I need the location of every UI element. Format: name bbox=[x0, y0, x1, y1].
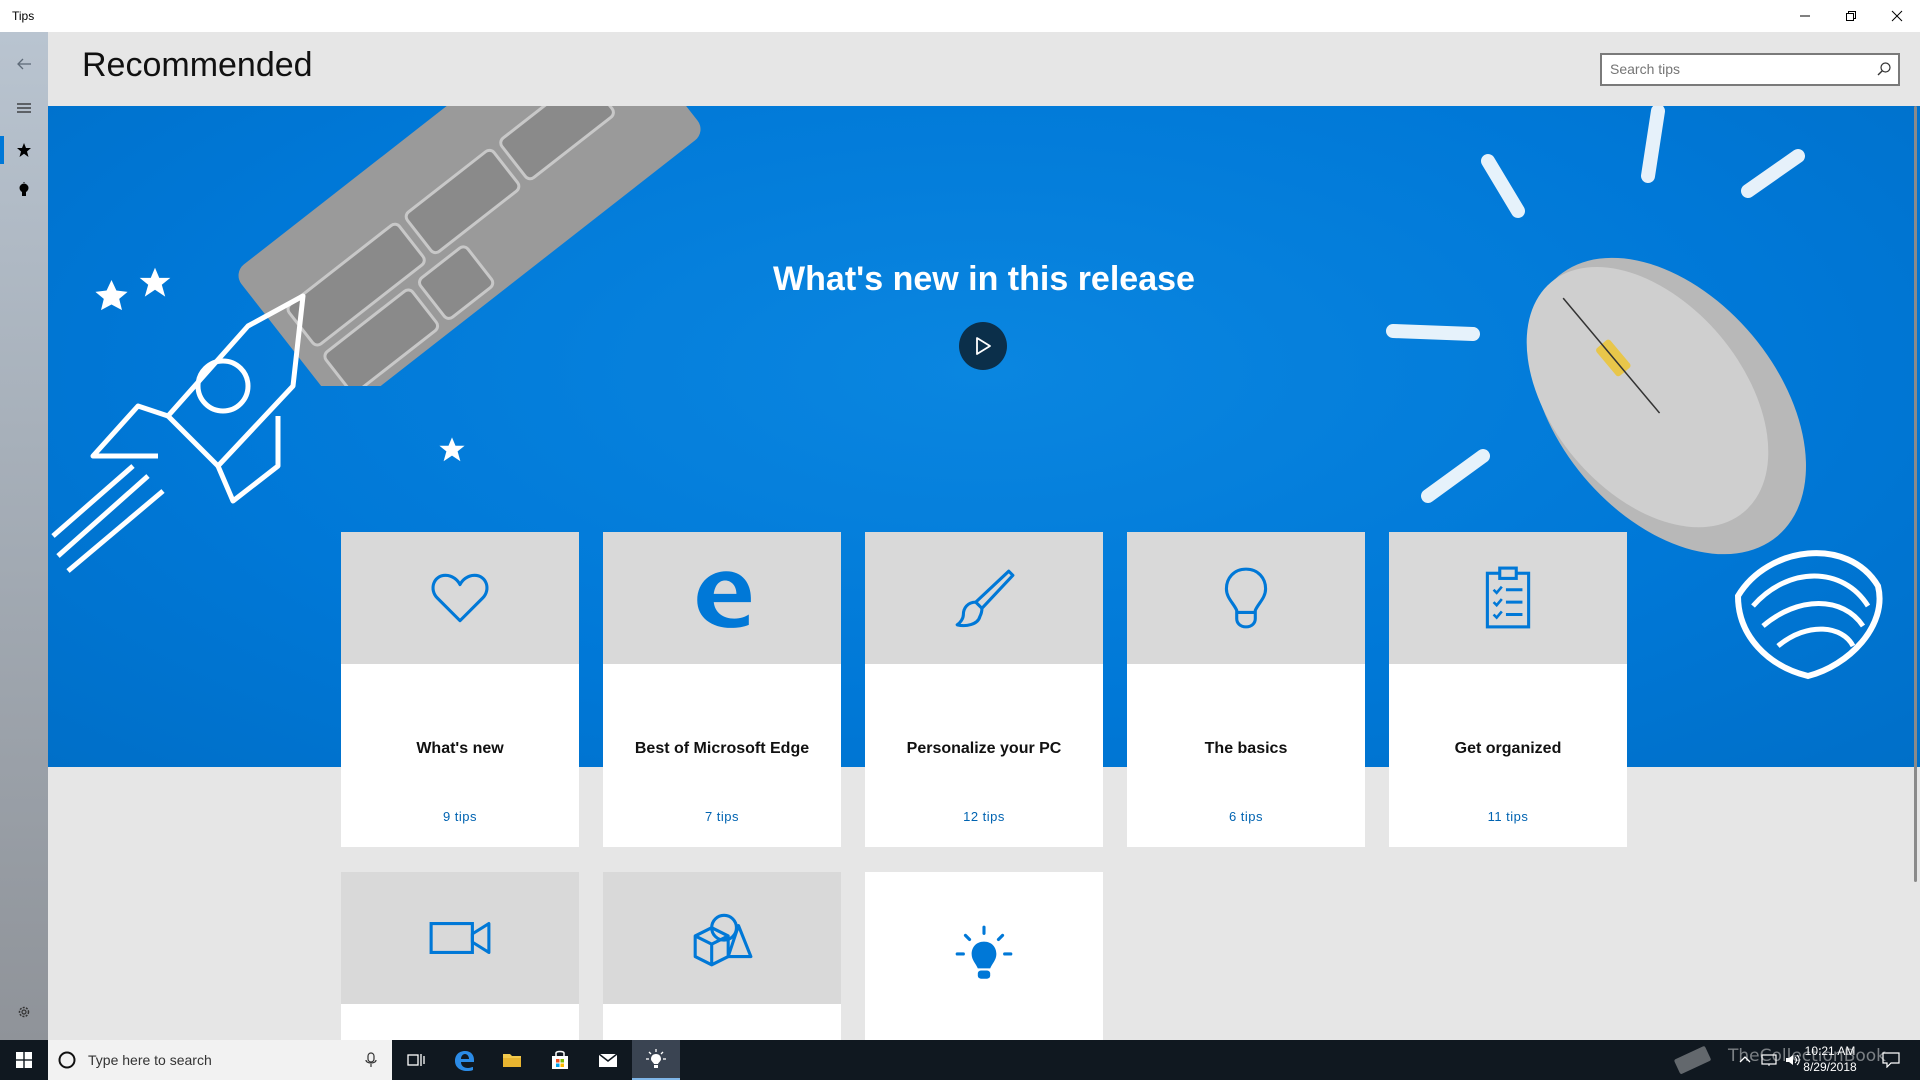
video-camera-icon bbox=[429, 922, 491, 954]
card-tip-count: 6 tips bbox=[1228, 809, 1264, 824]
card-image bbox=[341, 872, 579, 1004]
window-title: Tips bbox=[12, 9, 35, 23]
page-header: Recommended bbox=[48, 32, 1920, 106]
task-view-icon bbox=[407, 1054, 425, 1066]
close-icon bbox=[1891, 10, 1903, 22]
windows-logo-icon bbox=[16, 1052, 32, 1068]
clock-time: 10:21 AM bbox=[1804, 1044, 1856, 1058]
card-tip-count: 7 tips bbox=[704, 809, 740, 824]
play-icon bbox=[976, 337, 991, 355]
card-image bbox=[1389, 532, 1627, 664]
network-icon[interactable] bbox=[1760, 1053, 1778, 1067]
lightbulb-icon bbox=[19, 182, 29, 196]
minimize-button[interactable] bbox=[1782, 0, 1828, 32]
rocket-illustration bbox=[51, 280, 306, 573]
card-tips[interactable] bbox=[865, 872, 1103, 1040]
card-3d[interactable] bbox=[603, 872, 841, 1040]
card-image bbox=[603, 872, 841, 1004]
page-title: Recommended bbox=[82, 46, 313, 84]
hero-title: What's new in this release bbox=[773, 260, 1195, 298]
search-box[interactable] bbox=[1600, 53, 1900, 86]
settings-button[interactable] bbox=[0, 990, 48, 1034]
play-video-button[interactable] bbox=[959, 322, 1007, 370]
mail-button[interactable] bbox=[584, 1040, 632, 1080]
clock[interactable]: 10:21 AM 8/29/2018 bbox=[1780, 1043, 1880, 1075]
edge-icon bbox=[455, 1051, 474, 1071]
card-image bbox=[341, 532, 579, 664]
navigation-rail bbox=[0, 32, 48, 1040]
card-personalize[interactable]: Personalize your PC 12 tips bbox=[865, 532, 1103, 847]
search-input[interactable] bbox=[1610, 61, 1860, 77]
back-button[interactable] bbox=[0, 42, 48, 86]
star-icon bbox=[17, 143, 31, 157]
gear-icon bbox=[18, 1006, 30, 1018]
vertical-scrollbar[interactable] bbox=[1914, 106, 1917, 882]
card-the-basics[interactable]: The basics 6 tips bbox=[1127, 532, 1365, 847]
restore-button[interactable] bbox=[1828, 0, 1874, 32]
card-title: The basics bbox=[1204, 740, 1288, 757]
search-icon[interactable] bbox=[1876, 61, 1892, 77]
store-button[interactable] bbox=[536, 1040, 584, 1080]
edge-taskbar-button[interactable] bbox=[440, 1040, 488, 1080]
card-image bbox=[1127, 532, 1365, 664]
card-tip-count: 12 tips bbox=[963, 809, 1005, 824]
lightbulb-icon bbox=[1224, 567, 1268, 629]
taskbar-search-box[interactable]: Type here to search bbox=[48, 1040, 392, 1080]
start-button[interactable] bbox=[0, 1040, 48, 1080]
card-title: Personalize your PC bbox=[906, 740, 1062, 757]
card-image bbox=[603, 532, 841, 664]
mail-icon bbox=[598, 1053, 618, 1067]
heart-icon bbox=[431, 573, 489, 623]
title-bar: Tips bbox=[0, 0, 1920, 32]
card-tip-count: 9 tips bbox=[442, 809, 478, 824]
taskbar: Type here to search TheCollectionBook 10… bbox=[0, 1040, 1920, 1080]
folder-icon bbox=[503, 1054, 521, 1067]
edge-icon bbox=[697, 571, 751, 628]
card-tip-count: 11 tips bbox=[1487, 809, 1529, 824]
nav-recommended[interactable] bbox=[0, 128, 48, 172]
card-video[interactable] bbox=[341, 872, 579, 1040]
store-bag-icon bbox=[552, 1050, 568, 1069]
hamburger-icon bbox=[17, 103, 31, 113]
star-decoration bbox=[439, 437, 465, 462]
lit-bulb-icon bbox=[955, 925, 1013, 979]
card-image bbox=[865, 532, 1103, 664]
clipboard-icon bbox=[1485, 566, 1531, 629]
back-arrow-icon bbox=[17, 58, 31, 70]
file-explorer-button[interactable] bbox=[488, 1040, 536, 1080]
minimize-icon bbox=[1800, 15, 1810, 17]
card-whats-new[interactable]: What's new 9 tips bbox=[341, 532, 579, 847]
task-view-button[interactable] bbox=[392, 1040, 440, 1080]
clock-date: 8/29/2018 bbox=[1803, 1060, 1857, 1074]
card-best-of-edge[interactable]: Best of Microsoft Edge 7 tips bbox=[603, 532, 841, 847]
action-center-icon[interactable] bbox=[1882, 1052, 1900, 1068]
paintbrush-icon bbox=[955, 569, 1015, 628]
3d-shapes-icon bbox=[693, 913, 753, 967]
book-watermark-icon bbox=[1674, 1046, 1711, 1074]
microphone-icon[interactable] bbox=[364, 1052, 378, 1068]
tips-taskbar-button[interactable] bbox=[632, 1040, 680, 1080]
card-title: What's new bbox=[416, 740, 504, 757]
close-button[interactable] bbox=[1874, 0, 1920, 32]
chevron-up-icon[interactable] bbox=[1738, 1053, 1752, 1067]
card-title: Get organized bbox=[1454, 740, 1562, 757]
restore-icon bbox=[1846, 11, 1856, 21]
lit-bulb-icon bbox=[646, 1049, 666, 1068]
nav-tips[interactable] bbox=[0, 168, 48, 212]
hamburger-menu-button[interactable] bbox=[0, 86, 48, 130]
taskbar-search-placeholder: Type here to search bbox=[88, 1052, 212, 1068]
card-title: Best of Microsoft Edge bbox=[634, 740, 810, 757]
card-get-organized[interactable]: Get organized 11 tips bbox=[1389, 532, 1627, 847]
cortana-icon bbox=[58, 1051, 76, 1069]
card-image bbox=[865, 872, 1103, 1040]
